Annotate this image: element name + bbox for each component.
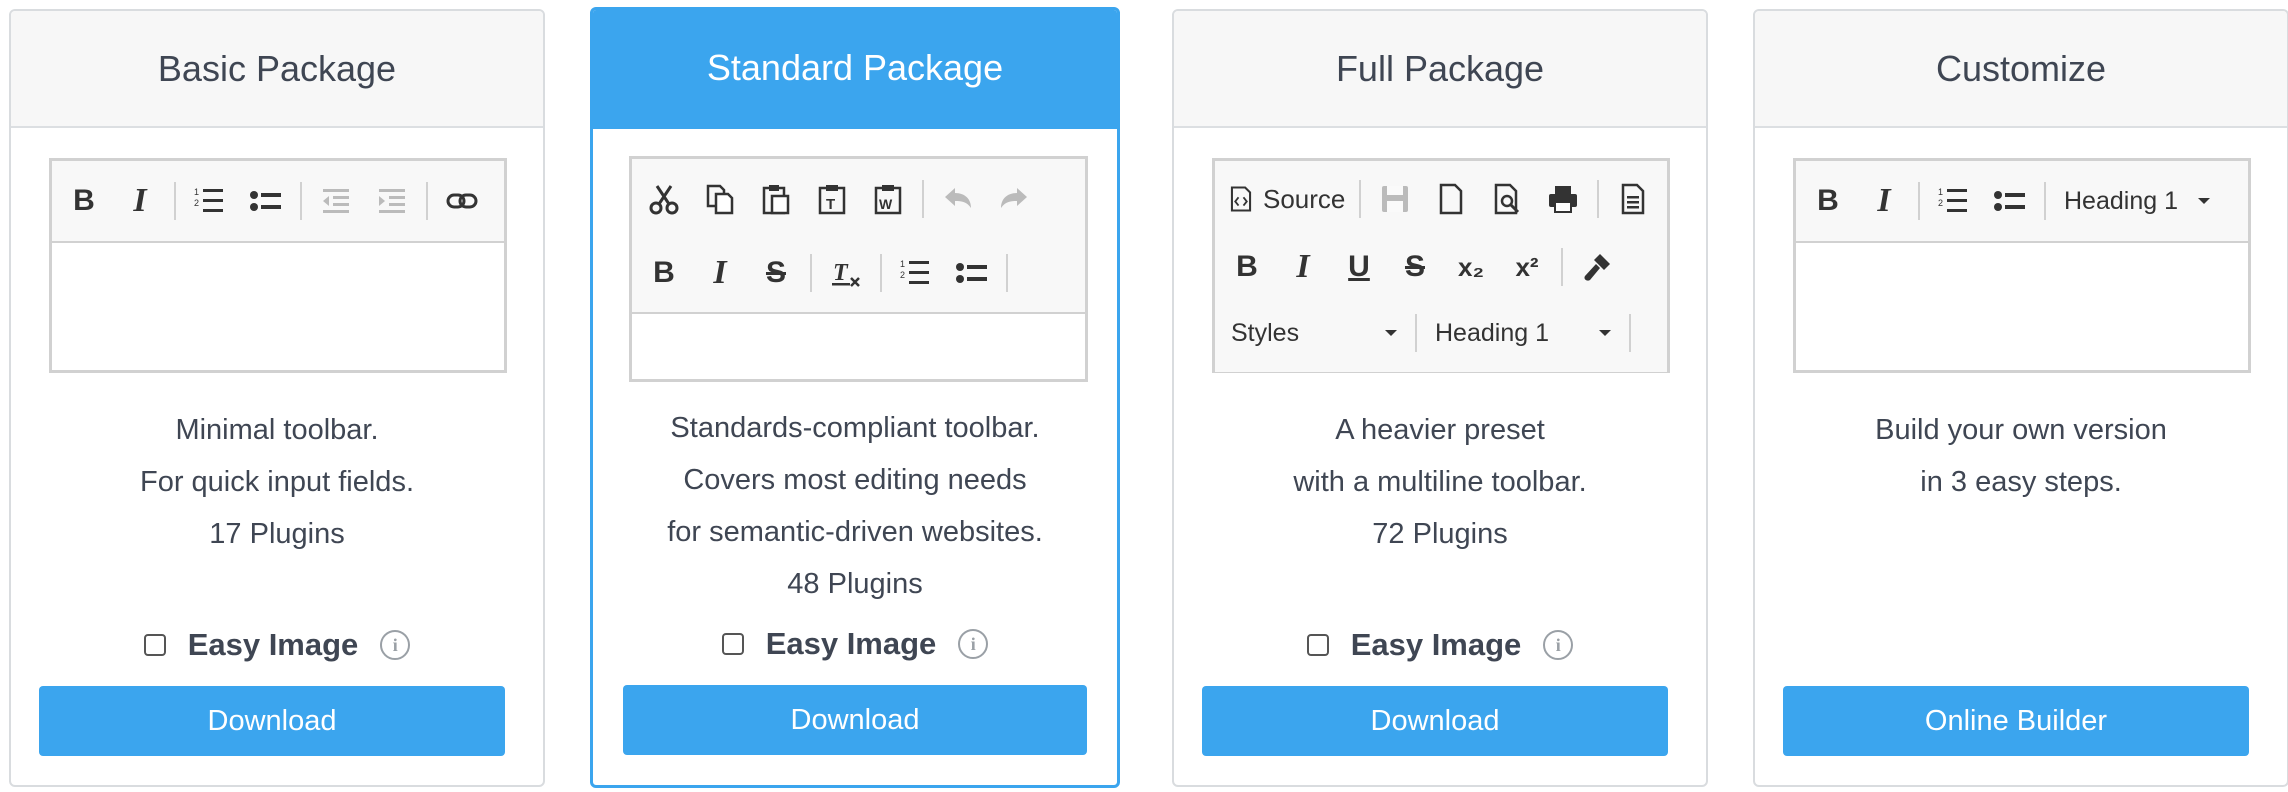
source-icon	[1230, 186, 1252, 212]
card-title: Customize	[1755, 11, 2287, 128]
italic-icon[interactable]: I	[112, 173, 168, 229]
decrease-indent-icon[interactable]	[308, 173, 364, 229]
chevron-down-icon	[1599, 330, 1611, 336]
chevron-down-icon	[2198, 198, 2210, 204]
svg-text:W: W	[879, 196, 893, 212]
easy-image-checkbox[interactable]	[143, 634, 166, 656]
info-icon[interactable]: i	[380, 630, 411, 660]
svg-text:1: 1	[900, 259, 905, 269]
numbered-list-icon[interactable]: 12	[888, 245, 944, 301]
editor-preview: B I 12	[49, 158, 507, 373]
download-button[interactable]: Download	[623, 685, 1087, 755]
bold-icon[interactable]: B	[56, 173, 112, 229]
format-dropdown[interactable]: Heading 1	[1423, 308, 1623, 358]
chevron-down-icon	[1385, 330, 1397, 336]
card-description: A heavier preset with a multiline toolba…	[1293, 414, 1587, 550]
online-builder-button[interactable]: Online Builder	[1783, 686, 2249, 756]
copy-icon[interactable]	[692, 171, 748, 227]
new-page-icon[interactable]	[1423, 171, 1479, 227]
italic-icon[interactable]: I	[692, 245, 748, 301]
editor-preview: T W B I S T 1 2	[629, 156, 1088, 382]
bulleted-list-icon[interactable]	[238, 173, 294, 229]
editor-toolbar: Source B I U S x₂ x² Styles Heading 1	[1215, 161, 1667, 372]
redo-icon[interactable]	[986, 171, 1042, 227]
italic-icon[interactable]: I	[1856, 173, 1912, 229]
svg-text:2: 2	[1938, 198, 1943, 208]
svg-text:1: 1	[1938, 187, 1943, 197]
format-dropdown[interactable]: Heading 1	[2052, 176, 2222, 226]
paste-word-icon[interactable]: W	[860, 171, 916, 227]
easy-image-option: Easy Image i	[11, 623, 543, 667]
editor-toolbar: B I 12	[52, 161, 504, 243]
paste-text-icon[interactable]: T	[804, 171, 860, 227]
editor-preview: Source B I U S x₂ x² Styles Heading 1	[1212, 158, 1670, 373]
bulleted-list-icon[interactable]	[1982, 173, 2038, 229]
remove-format-icon[interactable]: T	[818, 245, 874, 301]
easy-image-checkbox[interactable]	[721, 633, 744, 655]
standard-package-card: Standard Package T W B I S T 1 2 Standar…	[590, 7, 1120, 788]
info-icon[interactable]: i	[1543, 630, 1574, 660]
basic-package-card: Basic Package B I 12 Minimal toolbar. Fo…	[9, 9, 545, 787]
bold-icon[interactable]: B	[1219, 239, 1275, 295]
card-description: Standards-compliant toolbar. Covers most…	[667, 412, 1043, 600]
card-description: Build your own version in 3 easy steps.	[1875, 414, 2167, 498]
easy-image-option: Easy Image i	[1174, 623, 1706, 667]
subscript-icon[interactable]: x₂	[1443, 239, 1499, 295]
svg-text:2: 2	[194, 198, 199, 208]
card-title: Full Package	[1174, 11, 1706, 128]
card-title: Standard Package	[593, 10, 1117, 129]
styles-dropdown[interactable]: Styles	[1219, 308, 1409, 358]
card-title: Basic Package	[11, 11, 543, 128]
download-button[interactable]: Download	[1202, 686, 1668, 756]
numbered-list-icon[interactable]: 12	[182, 173, 238, 229]
save-icon[interactable]	[1367, 171, 1423, 227]
strikethrough-icon[interactable]: S	[748, 245, 804, 301]
numbered-list-icon[interactable]: 12	[1926, 173, 1982, 229]
bold-icon[interactable]: B	[636, 245, 692, 301]
italic-icon[interactable]: I	[1275, 239, 1331, 295]
svg-text:T: T	[833, 260, 849, 286]
editor-preview: B I 12 Heading 1	[1793, 158, 2251, 373]
easy-image-option: Easy Image i	[593, 622, 1117, 666]
increase-indent-icon[interactable]	[364, 173, 420, 229]
editor-toolbar: T W B I S T 1 2	[632, 159, 1085, 314]
superscript-icon[interactable]: x²	[1499, 239, 1555, 295]
download-button[interactable]: Download	[39, 686, 505, 756]
underline-icon[interactable]: U	[1331, 239, 1387, 295]
preview-icon[interactable]	[1479, 171, 1535, 227]
svg-text:2: 2	[900, 270, 905, 280]
customize-card: Customize B I 12 Heading 1 Build your ow…	[1753, 9, 2288, 787]
strikethrough-icon[interactable]: S	[1387, 239, 1443, 295]
editor-toolbar: B I 12 Heading 1	[1796, 161, 2248, 243]
paste-icon[interactable]	[748, 171, 804, 227]
source-button[interactable]: Source	[1219, 171, 1353, 227]
cut-icon[interactable]	[636, 171, 692, 227]
print-icon[interactable]	[1535, 171, 1591, 227]
info-icon[interactable]: i	[958, 629, 989, 659]
undo-icon[interactable]	[930, 171, 986, 227]
svg-text:1: 1	[194, 187, 199, 197]
card-description: Minimal toolbar. For quick input fields.…	[139, 414, 414, 550]
easy-image-checkbox[interactable]	[1306, 634, 1329, 656]
templates-icon[interactable]	[1605, 171, 1661, 227]
link-icon[interactable]	[434, 173, 490, 229]
svg-text:T: T	[826, 196, 835, 213]
bold-icon[interactable]: B	[1800, 173, 1856, 229]
full-package-card: Full Package Source B I U S x₂ x² Styles…	[1172, 9, 1708, 787]
copy-formatting-icon[interactable]	[1569, 239, 1625, 295]
bulleted-list-icon[interactable]	[944, 245, 1000, 301]
